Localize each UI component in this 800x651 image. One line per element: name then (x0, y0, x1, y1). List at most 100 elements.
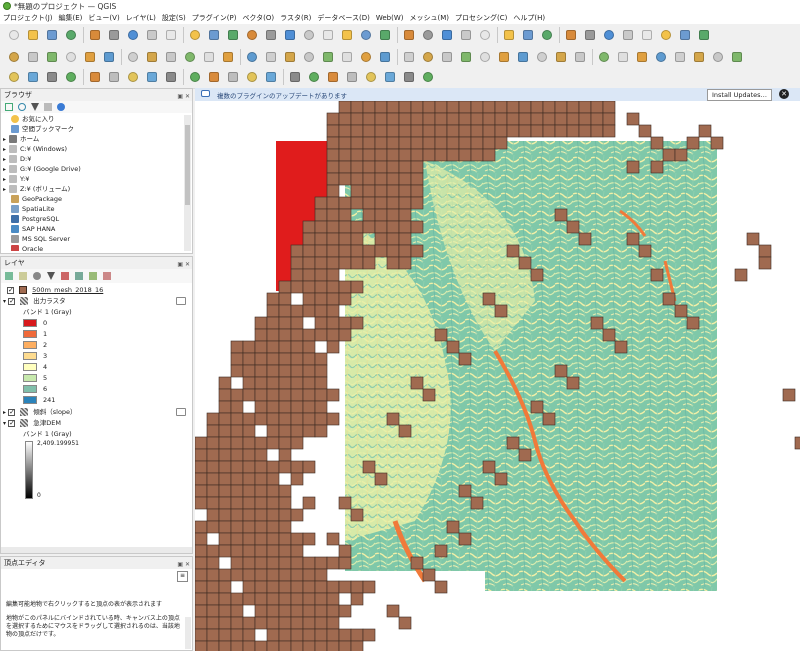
toolbar-tool-icon[interactable] (101, 49, 117, 65)
toolbar-tool-icon[interactable] (63, 27, 79, 43)
toolbar-tool-icon[interactable] (244, 69, 260, 85)
browser-item[interactable]: ▸ G:¥ (Google Drive) (3, 164, 81, 174)
toolbar-tool-icon[interactable] (87, 27, 103, 43)
filter-expression-icon[interactable] (61, 272, 69, 280)
toolbar-tool-icon[interactable] (377, 49, 393, 65)
toolbar-tool-icon[interactable] (320, 27, 336, 43)
toolbar-tool-icon[interactable] (144, 69, 160, 85)
toolbar-tool-icon[interactable] (6, 69, 22, 85)
toolbar-tool-icon[interactable] (63, 69, 79, 85)
install-updates-button[interactable]: Install Updates… (707, 89, 773, 101)
browser-item[interactable]: PostgreSQL (11, 214, 59, 224)
toolbar-tool-icon[interactable] (125, 27, 141, 43)
toolbar-tool-icon[interactable] (201, 49, 217, 65)
browser-item[interactable]: ▸ D:¥ (3, 154, 31, 164)
toolbar-tool-icon[interactable] (282, 49, 298, 65)
toolbar-tool-icon[interactable] (44, 69, 60, 85)
toolbar-tool-icon[interactable] (144, 49, 160, 65)
toolbar-tool-icon[interactable] (477, 49, 493, 65)
open-layer-styling-icon[interactable] (5, 272, 13, 280)
toolbar-tool-icon[interactable] (301, 27, 317, 43)
toolbar-tool-icon[interactable] (263, 27, 279, 43)
remove-layer-icon[interactable] (103, 272, 111, 280)
toolbar-tool-icon[interactable] (125, 69, 141, 85)
toolbar-tool-icon[interactable] (634, 49, 650, 65)
toolbar-tool-icon[interactable] (553, 49, 569, 65)
toolbar-tool-icon[interactable] (458, 49, 474, 65)
toolbar-tool-icon[interactable] (496, 49, 512, 65)
toolbar-tool-icon[interactable] (44, 27, 60, 43)
layer-row-dem[interactable]: ▾ 急津DEM (3, 418, 61, 428)
toolbar-tool-icon[interactable] (106, 27, 122, 43)
toolbar-tool-icon[interactable] (206, 27, 222, 43)
toolbar-tool-icon[interactable] (144, 27, 160, 43)
layer-visibility-checkbox[interactable] (8, 407, 16, 417)
toolbar-tool-icon[interactable] (225, 69, 241, 85)
toolbar-tool-icon[interactable] (439, 27, 455, 43)
toolbar-tool-icon[interactable] (182, 49, 198, 65)
browser-item[interactable]: SAP HANA (11, 224, 55, 234)
layer-visibility-checkbox[interactable] (8, 296, 16, 306)
toolbar-tool-icon[interactable] (620, 27, 636, 43)
toolbar-tool-icon[interactable] (420, 49, 436, 65)
layers-horizontal-scrollbar[interactable] (1, 547, 192, 553)
toolbar-tool-icon[interactable] (672, 49, 688, 65)
browser-item[interactable]: ▸ Z:¥ (ボリューム) (3, 184, 70, 194)
toolbar-tool-icon[interactable] (358, 27, 374, 43)
toolbar-tool-icon[interactable] (658, 27, 674, 43)
menu-item[interactable]: ベクタ(O) (239, 12, 277, 24)
toolbar-tool-icon[interactable] (187, 69, 203, 85)
toolbar-tool-icon[interactable] (691, 49, 707, 65)
browser-scrollbar[interactable] (184, 115, 191, 251)
toolbar-tool-icon[interactable] (325, 69, 341, 85)
menu-item[interactable]: ヘルプ(H) (510, 12, 548, 24)
expand-all-icon[interactable] (75, 272, 83, 280)
menu-item[interactable]: メッシュ(M) (407, 12, 453, 24)
close-infobar-icon[interactable]: ✕ (779, 89, 789, 99)
options-menu-icon[interactable]: ≡ (177, 571, 188, 582)
collapse-all-icon[interactable] (89, 272, 97, 280)
browser-item[interactable]: ▸ C:¥ (Windows) (3, 144, 67, 154)
toolbar-tool-icon[interactable] (282, 27, 298, 43)
toolbar-tool-icon[interactable] (339, 49, 355, 65)
browser-item[interactable]: Oracle (11, 244, 43, 251)
collapse-all-icon[interactable] (44, 103, 52, 111)
toolbar-tool-icon[interactable] (582, 27, 598, 43)
toolbar-tool-icon[interactable] (25, 27, 41, 43)
toolbar-tool-icon[interactable] (106, 69, 122, 85)
toolbar-tool-icon[interactable] (163, 69, 179, 85)
toolbar-tool-icon[interactable] (729, 49, 745, 65)
menu-item[interactable]: 設定(S) (159, 12, 189, 24)
toolbar-tool-icon[interactable] (225, 27, 241, 43)
toolbar-tool-icon[interactable] (220, 49, 236, 65)
toolbar-tool-icon[interactable] (539, 27, 555, 43)
layer-visibility-checkbox[interactable] (7, 285, 14, 295)
map-canvas[interactable] (195, 101, 800, 651)
manage-map-themes-icon[interactable] (33, 272, 41, 280)
toolbar-tool-icon[interactable] (696, 27, 712, 43)
collapse-arrow-icon[interactable]: ▸ (3, 409, 6, 416)
toolbar-tool-icon[interactable] (306, 69, 322, 85)
collapse-arrow-icon[interactable]: ▾ (3, 420, 6, 427)
collapse-arrow-icon[interactable]: ▾ (3, 298, 6, 305)
browser-item[interactable]: GeoPackage (11, 194, 62, 204)
filter-legend-icon[interactable] (47, 272, 55, 280)
toolbar-tool-icon[interactable] (382, 69, 398, 85)
layer-row-slope[interactable]: ▸ 傾斜（slope） (3, 407, 77, 417)
menu-item[interactable]: プロジェクト(J) (0, 12, 56, 24)
menu-item[interactable]: プロセシング(C) (452, 12, 510, 24)
browser-item[interactable]: SpatiaLite (11, 204, 55, 214)
toolbar-tool-icon[interactable] (501, 27, 517, 43)
layer-filter-indicator-icon[interactable] (176, 297, 186, 305)
toolbar-tool-icon[interactable] (125, 49, 141, 65)
toolbar-tool-icon[interactable] (363, 69, 379, 85)
toolbar-tool-icon[interactable] (25, 69, 41, 85)
toolbar-tool-icon[interactable] (63, 49, 79, 65)
toolbar-tool-icon[interactable] (187, 27, 203, 43)
menu-item[interactable]: ビュー(V) (85, 12, 122, 24)
toolbar-tool-icon[interactable] (206, 69, 222, 85)
layer-filter-indicator-icon[interactable] (176, 408, 186, 416)
toolbar-tool-icon[interactable] (377, 27, 393, 43)
toolbar-tool-icon[interactable] (263, 49, 279, 65)
toolbar-tool-icon[interactable] (520, 27, 536, 43)
